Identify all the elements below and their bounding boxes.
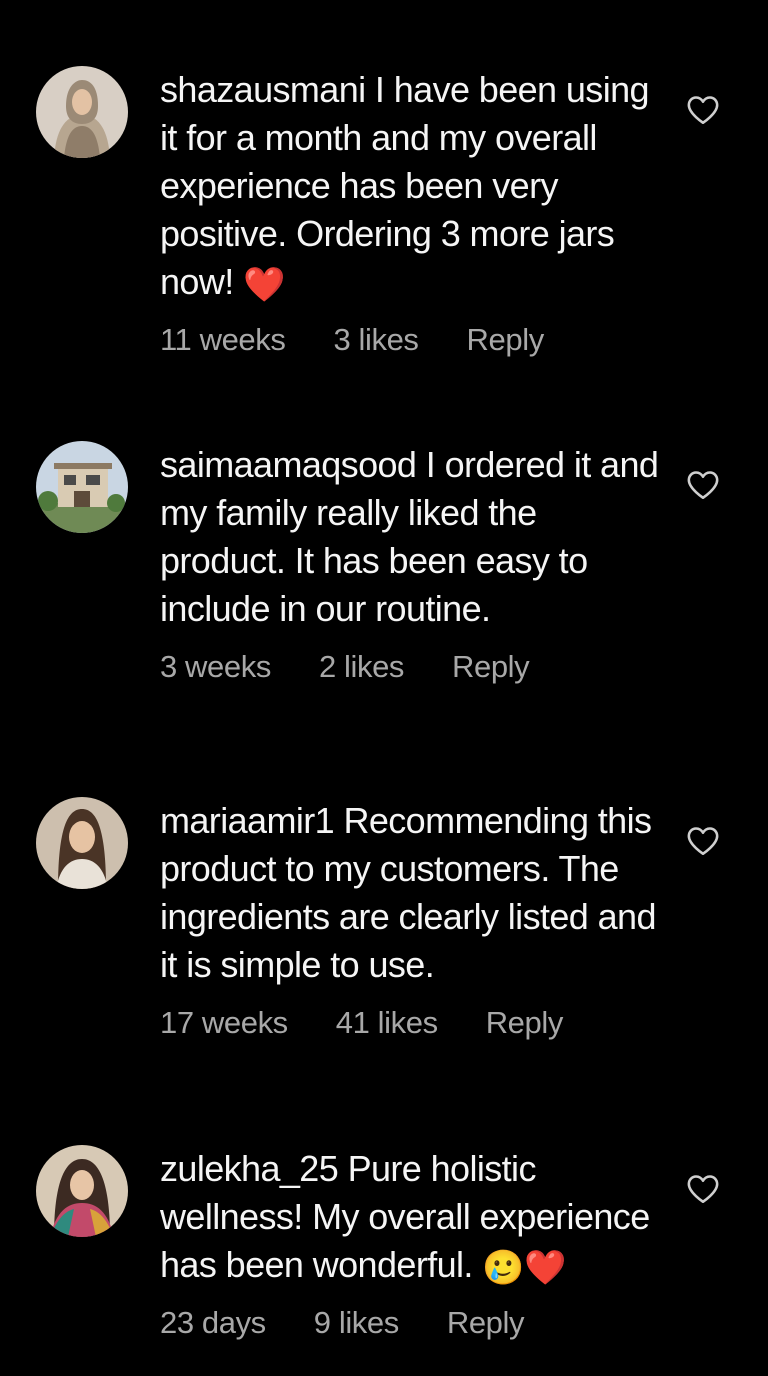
comment-text: saimaamaqsood I ordered it and my family… (160, 441, 660, 633)
comment-body: saimaamaqsood I ordered it and my family… (160, 441, 660, 685)
avatar[interactable] (36, 441, 128, 533)
avatar[interactable] (36, 797, 128, 889)
comment-time: 17 weeks (160, 1005, 288, 1040)
heart-icon[interactable] (686, 825, 720, 857)
comment-likes[interactable]: 9 likes (314, 1305, 399, 1341)
heart-icon[interactable] (686, 94, 720, 126)
comment-meta: 3 weeks 2 likes Reply (160, 649, 660, 685)
emoji-reaction: 🥲❤️ (482, 1249, 566, 1287)
comment-text: zulekha_25 Pure holistic wellness! My ov… (160, 1145, 660, 1289)
comment-username[interactable]: mariaamir1 (160, 800, 335, 841)
comment-username[interactable]: saimaamaqsood (160, 444, 417, 485)
comment-body: zulekha_25 Pure holistic wellness! My ov… (160, 1145, 660, 1341)
comment-meta: 11 weeks 3 likes Reply (160, 322, 660, 358)
comment-body: shazausmani I have been using it for a m… (160, 66, 660, 358)
comment-likes[interactable]: 41 likes (336, 1005, 438, 1041)
heart-icon[interactable] (686, 1173, 720, 1205)
reply-button[interactable]: Reply (486, 1005, 564, 1041)
comment-username[interactable]: zulekha_25 (160, 1148, 339, 1189)
comment-text: mariaamir1 Recommending this product to … (160, 797, 660, 989)
comment-time: 11 weeks (160, 322, 286, 357)
reply-button[interactable]: Reply (447, 1305, 525, 1341)
avatar[interactable] (36, 1145, 128, 1237)
comment-time: 23 days (160, 1305, 266, 1340)
comment-text: shazausmani I have been using it for a m… (160, 66, 660, 306)
avatar[interactable] (36, 66, 128, 158)
comment-meta: 17 weeks 41 likes Reply (160, 1005, 660, 1041)
comment-time: 3 weeks (160, 649, 271, 684)
comment-likes[interactable]: 2 likes (319, 649, 404, 685)
comment-meta: 23 days 9 likes Reply (160, 1305, 660, 1341)
comment-username[interactable]: shazausmani (160, 69, 366, 110)
comment-likes[interactable]: 3 likes (333, 322, 418, 358)
reply-button[interactable]: Reply (467, 322, 545, 358)
comment-body: mariaamir1 Recommending this product to … (160, 797, 660, 1041)
reply-button[interactable]: Reply (452, 649, 530, 685)
heart-icon[interactable] (686, 469, 720, 501)
heart-emoji: ❤️ (243, 266, 285, 304)
